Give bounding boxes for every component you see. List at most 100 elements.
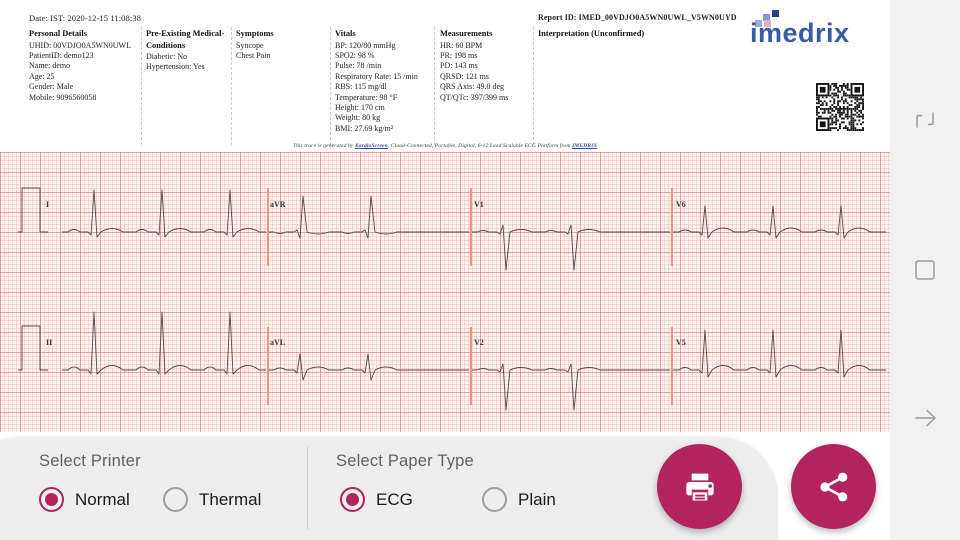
measure-qt-qtc: QT/QTc: 397/399 ms [440,92,509,102]
vital-rbs: RBS: 115 mg/dl [335,82,387,92]
radio-dot-icon [39,487,64,512]
radio-dot-icon [163,487,188,512]
personal-uhid: UHID: 00VDJO0A5WN0UWL [29,40,131,50]
interpretation-column: Interpretation (Unconfirmed) [538,29,738,41]
home-button[interactable] [890,240,960,300]
vital-bp: BP: 120/80 mmHg [335,40,396,50]
personal-mobile: Mobile: 9096560058 [29,92,97,102]
preexisting-title-2: Conditions [146,40,186,50]
personal-details-column: Personal Details UHID: 00VDJO0A5WN0UWL P… [29,29,139,103]
personal-patientid: PatientID: demo123 [29,50,94,60]
symptoms-title: Symptoms [236,29,274,38]
lead-separator [267,188,269,266]
preexisting-hypertension: Hypertension: Yes [146,62,205,72]
print-button[interactable] [657,444,742,529]
preexisting-title-1: Pre-Existing Medical- [146,29,225,38]
measurements-title: Measurements [440,29,493,38]
report-viewer: Date: IST: 2020-12-15 11:08:38 Report ID… [0,0,890,540]
column-divider [533,27,534,145]
recents-icon [916,112,934,128]
symptom-chest-pain: Chest Pain [236,50,271,60]
interpretation-title: Interpretation (Unconfirmed) [538,29,645,38]
measure-qrs-axis: QRS Axis: 49.0 deg [440,82,505,92]
radio-dot-icon [482,487,507,512]
app-window: Date: IST: 2020-12-15 11:08:38 Report ID… [0,0,960,540]
panel-divider [307,447,308,530]
recents-button[interactable] [890,90,960,150]
printer-icon [685,473,714,500]
footer-middle: , Cloud-Connected, Portable, Digital, 6-… [387,143,572,149]
report-header: Date: IST: 2020-12-15 11:08:38 Report ID… [0,0,890,152]
footer-product: KardioScreen [354,143,388,149]
ecg-trace-row-2 [18,311,886,411]
vital-pulse: Pulse: 78 /min [335,61,382,71]
vital-spo2: SPO2: 98 % [335,50,375,60]
report-date: Date: IST: 2020-12-15 11:08:38 [29,13,142,23]
vital-weight: Weight: 80 kg [335,113,381,123]
lead-label-v1: V1 [474,200,484,209]
trace-footer-note: This trace is generated by KardioScreen,… [0,143,890,149]
column-divider [141,27,142,145]
lead-separator [267,327,269,405]
vital-bmi: BMI: 27.69 kg/m² [335,123,394,133]
vital-height: Height: 170 cm [335,102,385,112]
column-divider [330,27,331,145]
vital-temperature: Temperature: 98 °F [335,92,398,102]
measure-pr: PR: 198 ms [440,50,478,60]
radio-paper-plain[interactable]: Plain [482,487,556,512]
radio-dot-icon [340,487,365,512]
footer-company: IMEDRIX [571,143,598,149]
personal-details-title: Personal Details [29,29,87,38]
radio-printer-thermal-label: Thermal [199,489,262,509]
ecg-waveform [18,187,886,411]
lead-label-v2: V2 [474,338,484,347]
logo-wordmark: imedrix [750,18,850,48]
personal-age: Age: 25 [29,71,55,81]
share-icon [819,472,847,501]
symptoms-column: Symptoms Syncope Chest Pain [236,29,316,61]
imedrix-logo: imedrix [742,10,872,52]
radio-paper-plain-label: Plain [518,489,556,509]
home-icon [915,260,935,280]
radio-printer-normal-label: Normal [75,489,130,509]
qr-code [816,83,864,131]
vital-respiratory: Respiratory Rate: 15 /min [335,71,418,81]
preexisting-conditions-column: Pre-Existing Medical- Conditions Diabeti… [146,29,240,73]
report-id: Report ID: IMED_00VDJO0A5WN0UWL_V5WN0UYD [538,13,737,22]
symptom-syncope: Syncope [236,40,264,50]
lead-separator [470,188,472,266]
lead-separator [671,188,673,266]
preexisting-diabetic: Diabetic: No [146,52,188,61]
back-icon [915,409,936,427]
radio-printer-normal[interactable]: Normal [39,487,130,512]
lead-label-ii: II [46,338,53,347]
footer-prefix: This trace is generated by [292,143,355,149]
radio-printer-thermal[interactable]: Thermal [163,487,261,512]
personal-name: Name: demo [29,61,71,71]
personal-gender: Gender: Male [29,82,74,92]
vitals-title: Vitals [335,29,356,38]
measure-hr: HR: 60 BPM [440,40,483,50]
column-divider [231,27,232,145]
column-divider [434,27,435,145]
share-button[interactable] [791,444,876,529]
lead-separator [671,327,673,405]
lead-label-i: I [46,200,50,209]
lead-separator [470,327,472,405]
measure-pd: PD: 143 ms [440,61,478,71]
radio-paper-ecg-label: ECG [376,489,413,509]
ecg-strip[interactable]: IaVR V1 V6 II aVL V2 V5 [0,152,890,432]
back-button[interactable] [890,388,960,448]
measurements-column: Measurements HR: 60 BPM PR: 198 ms PD: 1… [440,29,535,103]
lead-label-avl: aVL [270,338,286,347]
lead-label-v6: V6 [676,200,686,209]
measure-qrsd: QRSD: 121 ms [440,71,489,81]
select-paper-type-label: Select Paper Type [336,452,474,470]
select-printer-label: Select Printer [39,452,141,470]
vitals-column: Vitals BP: 120/80 mmHg SPO2: 98 % Pulse:… [335,29,430,134]
radio-paper-ecg[interactable]: ECG [340,487,413,512]
ecg-trace-row-1 [18,187,886,271]
lead-label-avr: aVR [270,200,286,209]
lead-label-v5: V5 [676,338,686,347]
android-navigation-bar [890,0,960,540]
